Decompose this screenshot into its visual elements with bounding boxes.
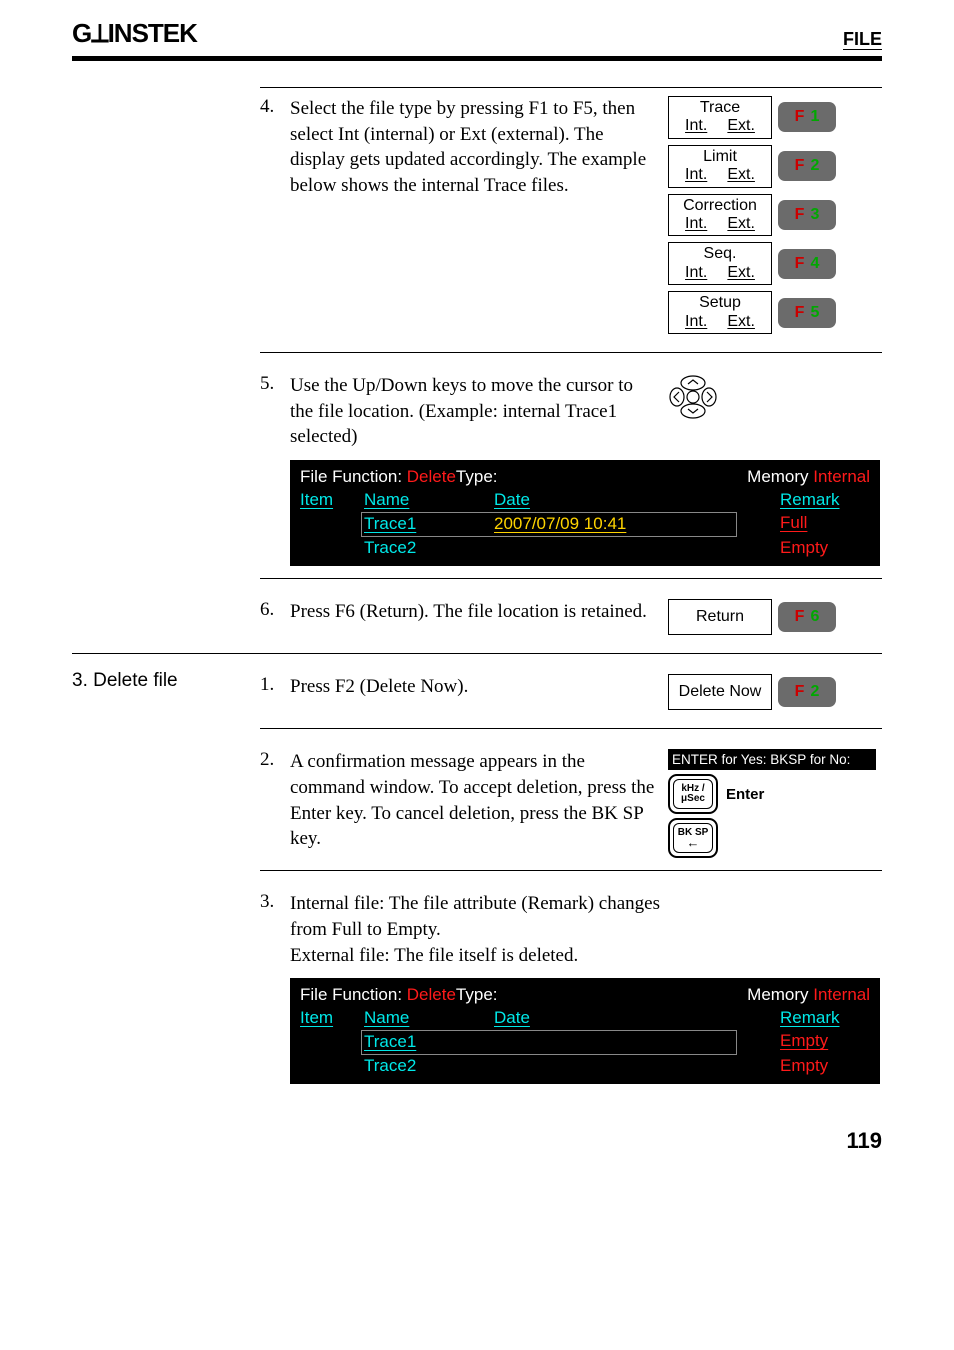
lcd-type-label: Type: [456,985,498,1004]
step-number: 3. [260,891,290,968]
nav-pad-icon [668,375,718,419]
rule [260,578,882,579]
lcd-type-label: Type: [456,467,498,486]
softkey-setup[interactable]: Setup Int. Ext. [668,291,772,334]
step-text: Use the Up/Down keys to move the cursor … [290,373,660,450]
rule [260,728,882,729]
lcd-func-label: File Function [300,467,397,486]
step-number: 6. [260,599,290,641]
lcd-trace1-date: 2007/07/09 10:41 [494,513,734,536]
softkey-int: Int. [685,264,707,282]
step-text: A confirmation message appears in the co… [290,749,660,858]
softkey-int: Int. [685,313,707,331]
softkey-label: Seq. [669,245,771,263]
step-text: Press F2 (Delete Now). [290,674,660,716]
rule [260,870,882,871]
step-number: 4. [260,96,290,340]
lcd-func-value: Delete [407,985,456,1004]
lcd-hdr-item: Item [300,489,364,512]
softkey-ext: Ext. [727,215,755,233]
softkey-label: Correction [669,197,771,215]
step-number: 2. [260,749,290,858]
f4-button[interactable]: F4 [778,249,836,279]
header-rule [72,56,882,61]
softkey-column: Trace Int. Ext. F1 Limit Int. Ext. F2 Corr… [660,96,882,340]
f2-button[interactable]: F2 [778,677,836,707]
lcd-hdr-remark: Remark [780,489,870,512]
lcd-hdr-item: Item [300,1007,364,1030]
lcd-mem-label: Memory [747,467,808,486]
softkey-ext: Ext. [727,313,755,331]
lcd-hdr-date: Date [494,489,734,512]
lcd-trace2-name: Trace2 [364,537,494,560]
f3-button[interactable]: F3 [778,200,836,230]
f2-button[interactable]: F2 [778,151,836,181]
lcd-func-label: File Function [300,985,397,1004]
step-number: 5. [260,373,290,450]
section-title: FILE [843,29,882,50]
lcd-hdr-name: Name [364,489,494,512]
step-text: Press F6 (Return). The file location is … [290,599,660,641]
lcd-hdr-name: Name [364,1007,494,1030]
f5-button[interactable]: F5 [778,298,836,328]
softkey-int: Int. [685,166,707,184]
softkey-ext: Ext. [727,117,755,135]
softkey-correction[interactable]: Correction Int. Ext. [668,194,772,237]
softkey-limit[interactable]: Limit Int. Ext. [668,145,772,188]
page-number: 119 [0,1088,954,1154]
f1-button[interactable]: F1 [778,102,836,132]
softkey-label: Limit [669,148,771,166]
step-number: 1. [260,674,290,716]
lcd-trace1-remark: Full [780,512,870,537]
lcd-trace2-name: Trace2 [364,1055,494,1078]
step-text: Internal file: The file attribute (Remar… [290,891,660,968]
enter-label: Enter [726,786,764,803]
softkey-return[interactable]: Return [668,599,772,635]
lcd-func-value: Delete [407,467,456,486]
lcd-trace1-remark: Empty [780,1030,870,1055]
softkey-delete-now[interactable]: Delete Now [668,674,772,710]
lcd-display: File Function: DeleteType: Memory Intern… [290,460,880,566]
lcd-hdr-date: Date [494,1007,734,1030]
lcd-trace1-name: Trace1 [364,513,494,536]
lcd-trace2-remark: Empty [780,537,870,560]
softkey-int: Int. [685,117,707,135]
section-heading: 3. Delete file [72,666,260,692]
step-text: Select the file type by pressing F1 to F… [290,96,660,340]
bksp-key[interactable]: BK SP← [668,818,718,858]
softkey-ext: Ext. [727,166,755,184]
softkey-label: Trace [669,99,771,117]
confirm-bar: ENTER for Yes: BKSP for No: [668,749,876,770]
softkey-label: Setup [669,294,771,312]
lcd-hdr-remark: Remark [780,1007,870,1030]
softkey-seq[interactable]: Seq. Int. Ext. [668,242,772,285]
rule [72,653,882,654]
enter-key[interactable]: kHz /μSec [668,774,718,814]
f6-button[interactable]: F6 [778,602,836,632]
lcd-trace2-remark: Empty [780,1055,870,1078]
softkey-int: Int. [685,215,707,233]
softkey-ext: Ext. [727,264,755,282]
brand-logo: G⟂INSTEK [72,18,197,50]
lcd-mem-label: Memory [747,985,808,1004]
lcd-trace1-name: Trace1 [364,1031,494,1054]
lcd-display: File Function: DeleteType: Memory Intern… [290,978,880,1084]
rule [260,352,882,353]
lcd-mem-value: Internal [813,467,870,486]
lcd-mem-value: Internal [813,985,870,1004]
softkey-trace[interactable]: Trace Int. Ext. [668,96,772,139]
